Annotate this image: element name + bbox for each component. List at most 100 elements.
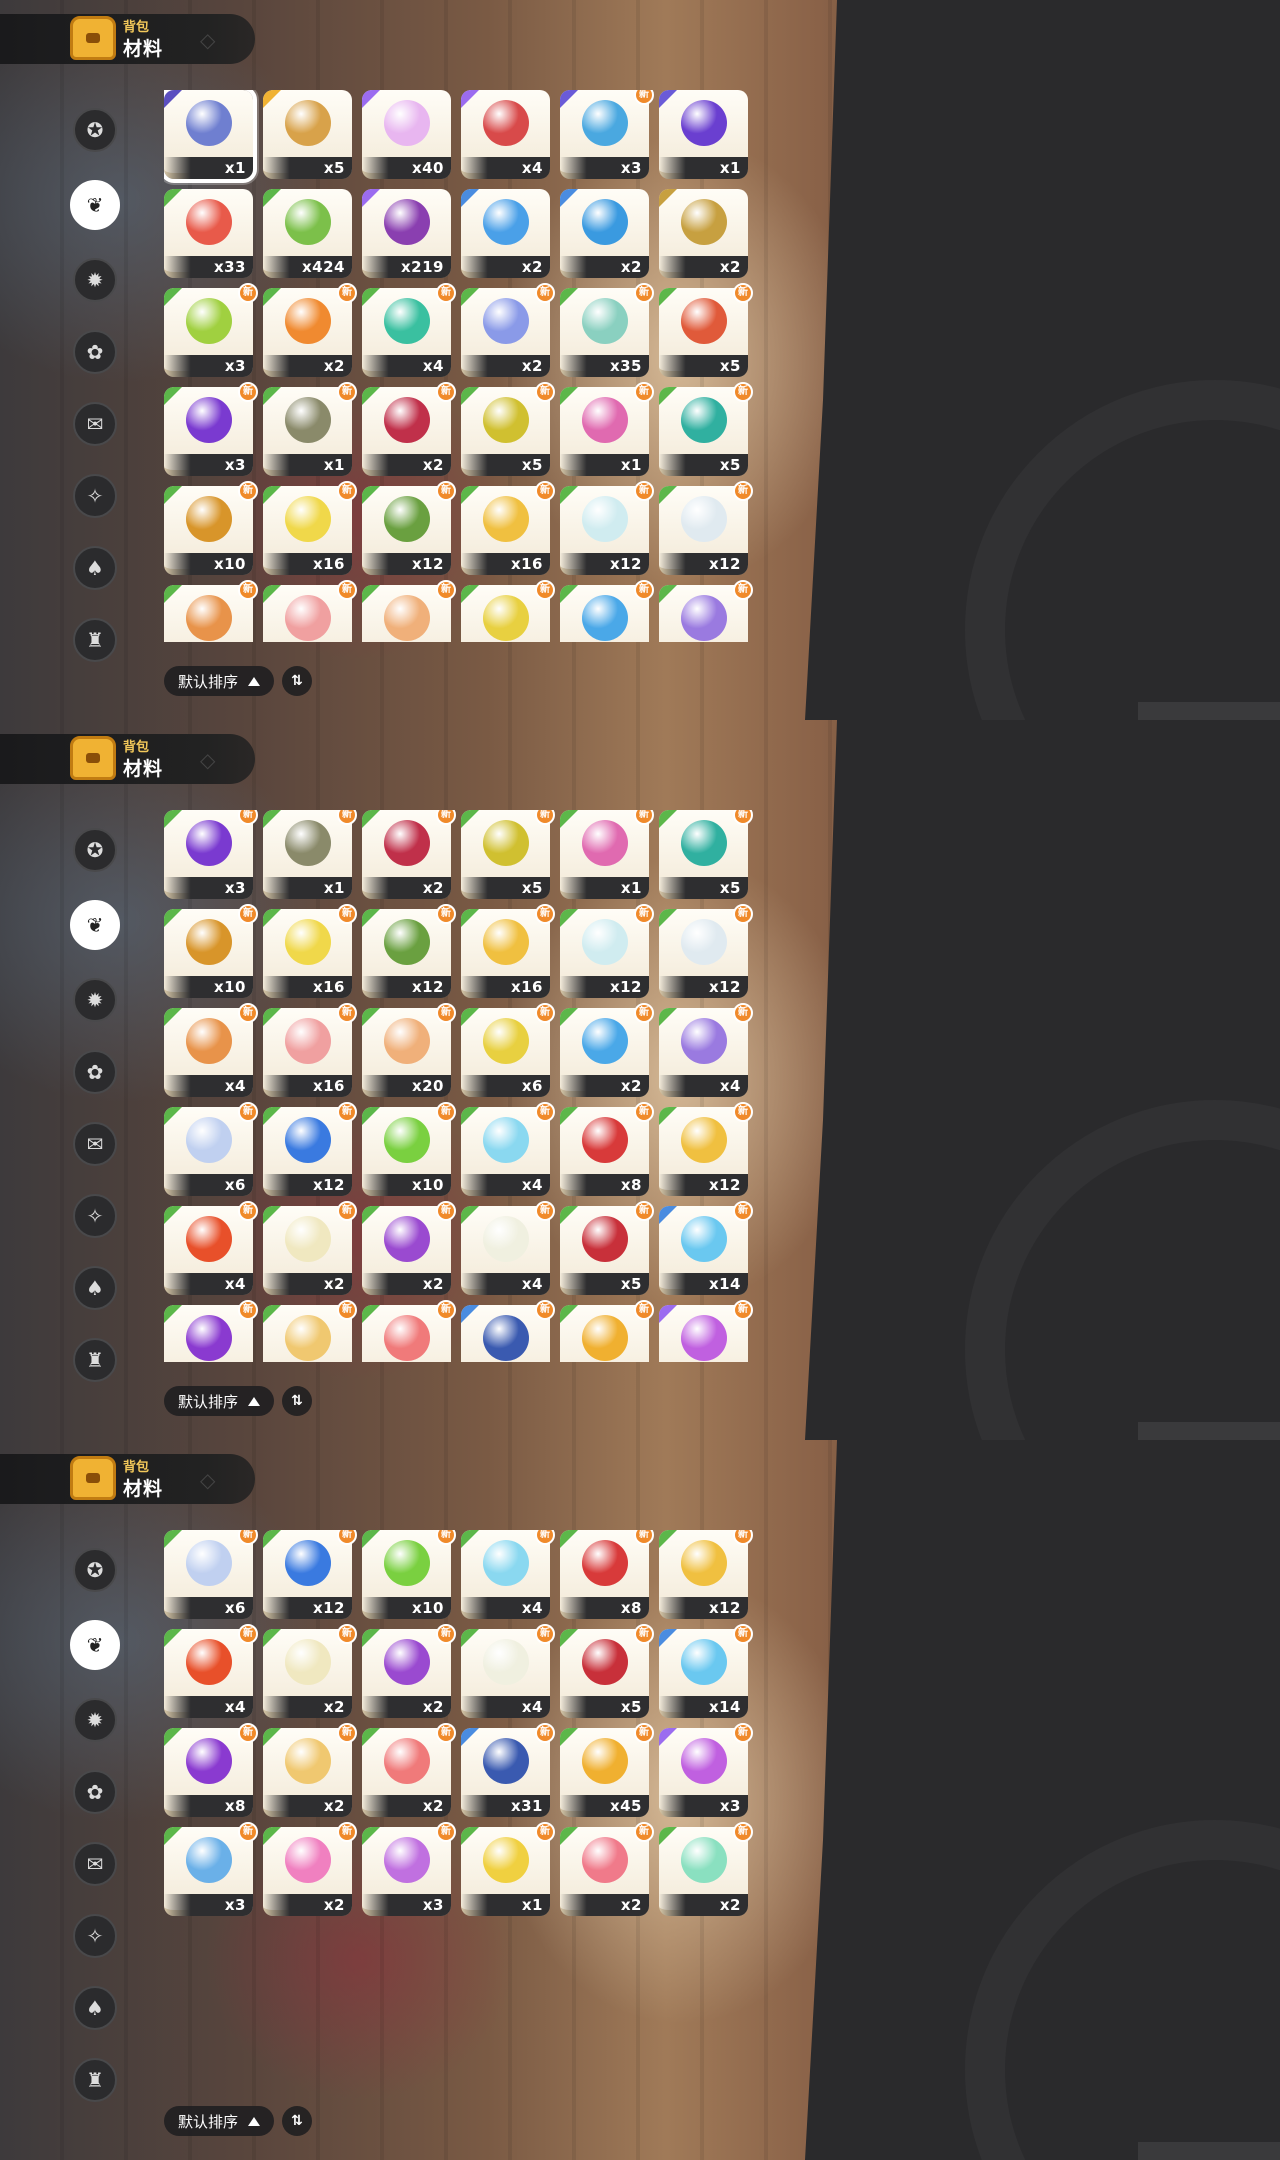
material-item[interactable]: x6 新 <box>164 1102 258 1196</box>
material-item[interactable]: x6 新 <box>164 1530 258 1619</box>
category-star-icon[interactable]: ✪ <box>73 1548 117 1592</box>
category-furniture-icon[interactable]: ♜ <box>73 618 117 662</box>
category-scroll-icon[interactable]: ✉ <box>73 1842 117 1886</box>
material-item[interactable]: x4新 <box>164 1624 258 1718</box>
material-item[interactable]: x2新 <box>263 1201 357 1295</box>
material-item[interactable]: x16新 <box>461 904 555 998</box>
material-item[interactable]: x6 新 <box>461 1003 555 1097</box>
material-item[interactable]: x20新 <box>362 1003 456 1097</box>
material-item[interactable]: x5 新 <box>659 810 753 899</box>
material-item[interactable]: x3新 <box>659 1300 753 1362</box>
category-flower-icon[interactable]: ✿ <box>73 1770 117 1814</box>
category-flower-icon[interactable]: ✿ <box>73 330 117 374</box>
material-item[interactable]: x2新 <box>362 1201 456 1295</box>
item-grid-viewport[interactable]: x1x5x40x4x3新x1x33x424x219x2x2x2x3新x2新x4新… <box>164 810 754 1362</box>
material-item[interactable]: x12 新 <box>263 1102 357 1196</box>
material-item[interactable]: x2新 <box>362 810 456 899</box>
category-scroll-icon[interactable]: ✉ <box>73 402 117 446</box>
material-item[interactable]: x3新 <box>164 283 258 377</box>
material-item[interactable]: x16新 <box>263 1003 357 1097</box>
material-item[interactable]: x31新 <box>461 1300 555 1362</box>
sort-button[interactable]: 默认排序 <box>164 666 275 696</box>
material-item[interactable]: x10 新 <box>362 1530 456 1619</box>
material-item[interactable]: x1 <box>659 90 748 179</box>
material-item[interactable]: x8新 <box>164 1300 258 1362</box>
material-item[interactable]: x1 <box>164 90 257 183</box>
sort-order-toggle[interactable]: ⇅ <box>282 666 313 696</box>
material-item[interactable]: x4新 <box>362 283 456 377</box>
material-item[interactable]: x12 新 <box>659 481 753 575</box>
material-item[interactable]: x12 新 <box>659 1102 753 1196</box>
material-item[interactable]: x2 <box>560 189 649 278</box>
material-item[interactable]: x1 新 <box>560 810 654 899</box>
material-item[interactable]: x16新 <box>461 481 555 575</box>
sort-order-toggle[interactable]: ⇅ <box>282 1386 313 1416</box>
category-flower-icon[interactable]: ✿ <box>73 1050 117 1094</box>
material-item[interactable]: x35 新 <box>560 283 654 377</box>
category-scroll-icon[interactable]: ✉ <box>73 1122 117 1166</box>
material-item[interactable]: x8新 <box>164 1723 258 1817</box>
material-item[interactable]: x10 新 <box>164 481 258 575</box>
category-leaf-icon[interactable]: ❦ <box>70 180 120 230</box>
material-item[interactable]: x12 新 <box>659 1530 753 1619</box>
category-orb-icon[interactable]: ✧ <box>73 1194 117 1238</box>
category-orb-icon[interactable]: ✧ <box>73 1914 117 1958</box>
material-item[interactable]: x12 新 <box>560 481 654 575</box>
material-item[interactable]: x12 新 <box>560 904 654 998</box>
category-acorn-icon[interactable]: ♠ <box>73 1266 117 1310</box>
category-star-icon[interactable]: ✪ <box>73 828 117 872</box>
material-item[interactable]: x1 新 <box>263 382 357 476</box>
sort-button[interactable]: 默认排序 <box>164 1386 275 1416</box>
category-star-burst-icon[interactable]: ✹ <box>73 258 117 302</box>
material-item[interactable]: x4新 <box>164 580 258 642</box>
material-item[interactable]: x1 新 <box>461 1822 555 1916</box>
material-item[interactable]: x3新 <box>164 1822 258 1916</box>
material-item[interactable]: x1 新 <box>263 810 357 899</box>
material-item[interactable]: x4新 <box>461 1102 555 1196</box>
material-item[interactable]: x2新 <box>362 1624 456 1718</box>
material-item[interactable]: x3新 <box>164 382 258 476</box>
material-item[interactable]: x12 新 <box>362 904 456 998</box>
material-item[interactable]: x2新 <box>461 283 555 377</box>
category-star-burst-icon[interactable]: ✹ <box>73 978 117 1022</box>
material-item[interactable]: x2新 <box>362 382 456 476</box>
material-item[interactable]: x4新 <box>461 1201 555 1295</box>
material-item[interactable]: x2新 <box>560 1003 654 1097</box>
material-item[interactable]: x2新 <box>263 1300 357 1362</box>
category-orb-icon[interactable]: ✧ <box>73 474 117 518</box>
material-item[interactable]: x2新 <box>263 1624 357 1718</box>
material-item[interactable]: x4新 <box>164 1201 258 1295</box>
material-item[interactable]: x8新 <box>560 1530 654 1619</box>
material-item[interactable]: x20新 <box>362 580 456 642</box>
material-item[interactable]: x3新 <box>362 1822 456 1916</box>
category-furniture-icon[interactable]: ♜ <box>73 1338 117 1382</box>
material-item[interactable]: x4新 <box>461 1624 555 1718</box>
material-item[interactable]: x8新 <box>560 1102 654 1196</box>
category-acorn-icon[interactable]: ♠ <box>73 1986 117 2030</box>
material-item[interactable]: x4新 <box>461 1530 555 1619</box>
material-item[interactable]: x3新 <box>164 810 258 899</box>
material-item[interactable]: x2新 <box>659 1822 753 1916</box>
material-item[interactable]: x2 <box>461 189 550 278</box>
material-item[interactable]: x2新 <box>263 1723 357 1817</box>
material-item[interactable]: x10 新 <box>362 1102 456 1196</box>
material-item[interactable]: x16新 <box>263 580 357 642</box>
material-item[interactable]: x4新 <box>659 580 753 642</box>
material-item[interactable]: x40 <box>362 90 451 179</box>
material-item[interactable]: x2 <box>659 189 748 278</box>
material-item[interactable]: x12 新 <box>659 904 753 998</box>
sort-button[interactable]: 默认排序 <box>164 2106 275 2136</box>
material-item[interactable]: x45新 <box>560 1300 654 1362</box>
category-leaf-icon[interactable]: ❦ <box>70 1620 120 1670</box>
material-item[interactable]: x45新 <box>560 1723 654 1817</box>
material-item[interactable]: x4 <box>461 90 550 179</box>
material-item[interactable]: x3新 <box>659 1723 753 1817</box>
material-item[interactable]: x4新 <box>164 1003 258 1097</box>
material-item[interactable]: x5 新 <box>560 1201 654 1295</box>
material-item[interactable]: x424 <box>263 189 352 278</box>
material-item[interactable]: x14 新 <box>659 1624 753 1718</box>
material-item[interactable]: x219 <box>362 189 451 278</box>
material-item[interactable]: x2新 <box>560 1822 654 1916</box>
material-item[interactable]: x12 新 <box>362 481 456 575</box>
material-item[interactable]: x5 新 <box>560 1624 654 1718</box>
